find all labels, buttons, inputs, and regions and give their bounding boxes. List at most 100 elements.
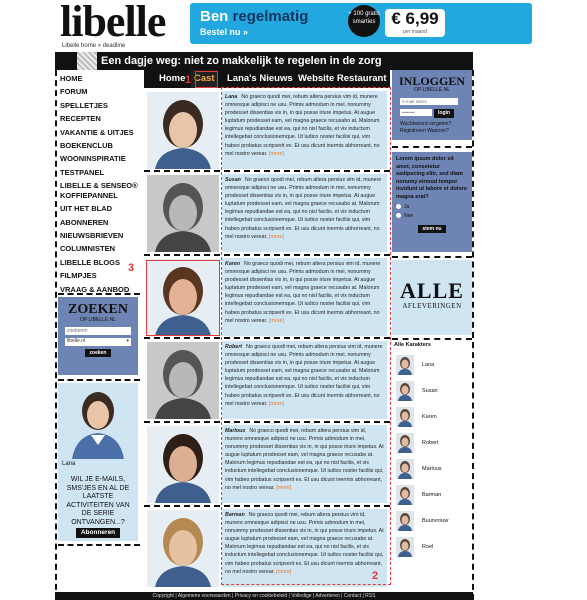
right-divider xyxy=(392,146,472,148)
nav-item-spelletjes[interactable]: Spelletjes xyxy=(60,99,140,112)
breadcrumb: Libelle home » deadline xyxy=(62,43,126,49)
nav-item-forum[interactable]: Forum xyxy=(60,85,140,98)
cast-photo[interactable] xyxy=(147,342,219,419)
stamp-icon xyxy=(77,52,97,70)
all-episodes-link[interactable]: ALLE AFLEVERINGEN xyxy=(392,260,472,335)
character-avatar xyxy=(396,381,414,401)
character-item[interactable]: Lana xyxy=(394,355,472,377)
nav-item-columnisten[interactable]: Columnisten xyxy=(60,242,140,255)
cast-photo[interactable] xyxy=(147,510,219,587)
tab-website-restaurant[interactable]: Website Restaurant xyxy=(298,70,387,88)
search-panel: ZOEKEN OP LIBELLE.NL libelle.nl▾ zoeken xyxy=(58,297,138,375)
nav-divider xyxy=(58,293,140,295)
character-name[interactable]: Robert xyxy=(422,440,439,446)
annotation-box-1 xyxy=(195,71,218,88)
lana-photo xyxy=(58,383,138,459)
character-name[interactable]: Lana xyxy=(422,362,434,368)
footer-links: Copyright | Algemene voorwaarden | Priva… xyxy=(55,592,473,600)
forgot-password-link[interactable]: Wachtwoord vergeten? xyxy=(400,121,451,127)
subscription-banner-ad[interactable]: Ben regelmatig Bestel nu » + 100 gratis … xyxy=(190,3,532,44)
poll-option-nee[interactable]: Nee xyxy=(396,213,468,219)
annotation-label-1: 1 xyxy=(185,74,192,86)
annotation-box-2 xyxy=(221,87,391,585)
poll-panel: Lorem ipsum dolor sit amet, consetetur s… xyxy=(392,152,472,252)
character-item[interactable]: Marlous xyxy=(394,459,472,481)
nav-item-testpanel[interactable]: Testpanel xyxy=(60,166,140,179)
character-item[interactable]: Susan xyxy=(394,381,472,403)
poll-question: Lorem ipsum dolor sit amet, consetetur s… xyxy=(396,156,467,200)
nav-item-koffiepannel[interactable]: Libelle & Senseo® koffiepannel xyxy=(60,181,140,201)
right-divider xyxy=(392,256,472,258)
email-field[interactable]: e-mail adres xyxy=(400,98,458,105)
character-name[interactable]: Roel xyxy=(422,544,433,550)
character-item[interactable]: Roel xyxy=(394,537,472,559)
character-item[interactable]: Buurvrouw xyxy=(394,511,472,533)
all-episodes-title: ALLE xyxy=(400,278,464,303)
poll-option-ja[interactable]: Ja xyxy=(396,204,468,210)
ad-price-box: € 6,99 per maand xyxy=(385,9,445,37)
nav-item-wooninspiratie[interactable]: Wooninspiratie xyxy=(60,152,140,165)
right-divider xyxy=(392,338,472,340)
annotation-box-3 xyxy=(146,260,220,336)
cast-photo[interactable] xyxy=(147,426,219,503)
promo-character-name: Lana xyxy=(62,461,76,467)
vote-button[interactable]: stem nu xyxy=(418,225,446,233)
nav-item-nieuwsbrieven[interactable]: Nieuwsbrieven xyxy=(60,229,140,242)
password-field[interactable]: •••••••• xyxy=(400,109,432,116)
frame-divider-left xyxy=(55,70,57,600)
all-episodes-subtitle: AFLEVERINGEN xyxy=(402,302,462,310)
register-link[interactable]: Registreren Waarom? xyxy=(400,128,449,134)
cast-photo[interactable] xyxy=(147,92,219,169)
character-item[interactable]: Karen xyxy=(394,407,472,429)
ad-order-link[interactable]: Bestel nu » xyxy=(200,27,248,37)
character-avatar xyxy=(396,407,414,427)
ad-title: Ben regelmatig xyxy=(200,8,309,25)
character-name[interactable]: Marlous xyxy=(422,466,442,472)
nav-item-boekenclub[interactable]: Boekenclub xyxy=(60,139,140,152)
search-button[interactable]: zoeken xyxy=(85,349,111,357)
section-tabs: Home Cast Lana's Nieuws Website Restaura… xyxy=(144,70,390,88)
newsletter-promo: Lana WIL JE E-MAILS, SMS'JES EN AL DE LA… xyxy=(58,383,138,541)
character-item[interactable]: Robert xyxy=(394,433,472,455)
character-name[interactable]: Buurvrouw xyxy=(422,518,448,524)
search-input[interactable] xyxy=(65,327,131,335)
character-name[interactable]: Susan xyxy=(422,388,438,394)
radio-icon xyxy=(396,204,401,210)
login-panel: INLOGGEN OP LIBELLE.NL e-mail adres ••••… xyxy=(392,70,472,140)
nav-item-home[interactable]: Home xyxy=(60,72,140,85)
character-avatar xyxy=(396,485,414,505)
character-name[interactable]: Karen xyxy=(422,414,437,420)
nav-divider xyxy=(58,544,140,546)
promo-text: WIL JE E-MAILS, SMS'JES EN AL DE LAATSTE… xyxy=(66,476,130,526)
character-name[interactable]: Barman xyxy=(422,492,441,498)
frame-divider-right xyxy=(472,70,474,600)
nav-divider xyxy=(58,379,140,381)
login-button[interactable]: login xyxy=(434,109,454,118)
subscribe-button[interactable]: Abonneren xyxy=(76,528,120,538)
page-title-bar: Een dagje weg: niet zo makkelijk te rege… xyxy=(55,52,473,70)
character-avatar xyxy=(396,459,414,479)
ad-smarties-badge: + 100 gratis smarties xyxy=(348,5,380,37)
character-item[interactable]: Barman xyxy=(394,485,472,507)
search-scope-select[interactable]: libelle.nl ▾ xyxy=(65,338,131,346)
nav-item-recepten[interactable]: Recepten xyxy=(60,112,140,125)
nav-item-abonneren[interactable]: Abonneren xyxy=(60,216,140,229)
search-subtitle: OP LIBELLE.NL xyxy=(79,317,117,323)
header: libelle Libelle home » deadline Ben rege… xyxy=(0,0,587,52)
ad-price: € 6,99 xyxy=(391,9,439,28)
cast-photo[interactable] xyxy=(147,175,219,252)
chevron-down-icon: ▾ xyxy=(126,338,129,344)
nav-item-uit-het-blad[interactable]: Uit het blad xyxy=(60,202,140,215)
tab-lanas-nieuws[interactable]: Lana's Nieuws xyxy=(227,70,293,88)
annotation-label-2: 2 xyxy=(372,570,379,582)
ad-price-sub: per maand xyxy=(403,29,427,35)
tab-home[interactable]: Home xyxy=(159,70,185,88)
nav-item-vakantie[interactable]: Vakantie & uitjes xyxy=(60,126,140,139)
character-avatar xyxy=(396,511,414,531)
page-title: Een dagje weg: niet zo makkelijk te rege… xyxy=(101,55,382,67)
libelle-logo[interactable]: libelle xyxy=(60,0,166,44)
character-avatar xyxy=(396,537,414,557)
search-title: ZOEKEN xyxy=(68,302,128,317)
character-avatar xyxy=(396,355,414,375)
login-title: INLOGGEN xyxy=(398,74,465,88)
